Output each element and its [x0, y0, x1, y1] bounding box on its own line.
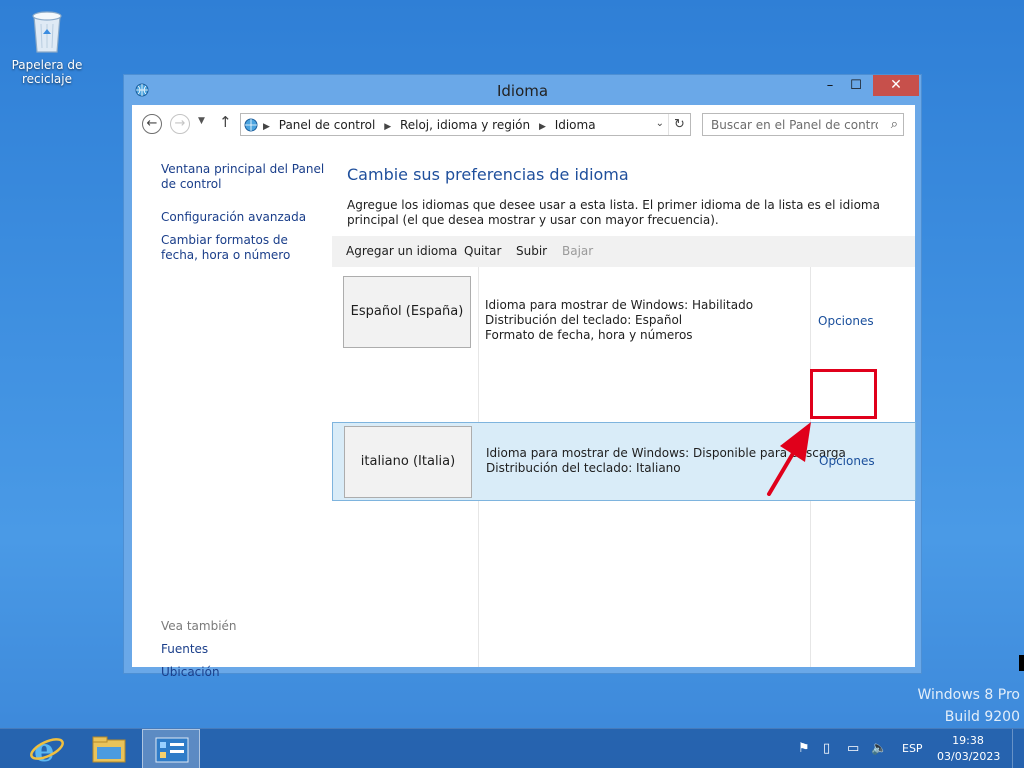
recycle-bin-icon	[29, 8, 65, 54]
idioma-window: Idioma – ☐ ✕ ← → ▼ ↑ ▶ Panel de control	[123, 74, 922, 679]
move-up-button[interactable]: Subir	[516, 244, 547, 258]
recycle-bin-label: Papelera de reciclaje	[11, 58, 83, 86]
back-arrow-icon: ←	[146, 116, 158, 131]
internet-explorer-icon[interactable]: e	[18, 729, 76, 768]
breadcrumb-panel-de-control[interactable]: Panel de control	[279, 118, 376, 132]
power-icon[interactable]: ▯	[823, 741, 830, 756]
volume-icon[interactable]: 🔈	[871, 741, 887, 756]
address-bar[interactable]: ▶ Panel de control ▶ Reloj, idioma y reg…	[240, 113, 691, 136]
forward-arrow-icon: →	[174, 116, 186, 131]
language-row-spanish[interactable]: Español (España) Idioma para mostrar de …	[332, 267, 915, 348]
language-tile-italian[interactable]: italiano (Italia)	[344, 426, 472, 498]
watermark-edition: Windows 8 Pro	[917, 687, 1020, 703]
file-explorer-icon[interactable]	[80, 729, 138, 768]
date-format: Formato de fecha, hora y números	[485, 328, 693, 342]
maximize-button[interactable]: ☐	[843, 75, 869, 96]
clock-date: 03/03/2023	[937, 750, 1001, 763]
svg-text:e: e	[34, 731, 54, 768]
page-description: Agregue los idiomas que desee usar a est…	[347, 198, 880, 227]
options-link-spanish[interactable]: Opciones	[818, 314, 874, 328]
search-icon[interactable]: ⌕	[891, 117, 898, 132]
annotation-arrow-icon	[767, 422, 811, 496]
left-task-pane: Ventana principal del Panel de control C…	[132, 143, 332, 679]
watermark-build: Build 9200	[944, 709, 1020, 725]
see-also-heading: Vea también	[161, 619, 237, 633]
refresh-icon: ↻	[674, 117, 685, 132]
breadcrumb-reloj-idioma-region[interactable]: Reloj, idioma y región	[400, 118, 530, 132]
title-bar[interactable]: Idioma – ☐ ✕	[124, 75, 921, 105]
taskbar: e ⚑ ▯ ▭ 🔈 ESP 19:38 03/03/2023	[0, 728, 1024, 768]
breadcrumb-separator-icon[interactable]: ▶	[384, 122, 391, 132]
mouse-cursor	[1019, 655, 1024, 671]
window-client-area: ← → ▼ ↑ ▶ Panel de control ▶ Reloj, idio…	[132, 105, 916, 679]
address-history-chevron-icon[interactable]: ⌄	[656, 118, 664, 129]
link-location[interactable]: Ubicación	[161, 665, 326, 680]
recycle-bin-desktop-icon[interactable]: Papelera de reciclaje	[10, 8, 84, 86]
language-row-italian[interactable]: italiano (Italia) Idioma para mostrar de…	[332, 422, 916, 501]
search-box: ⌕	[702, 113, 904, 136]
keyboard-layout: Distribución del teclado: Español	[485, 313, 683, 327]
page-title: Cambie sus preferencias de idioma	[347, 165, 629, 184]
breadcrumb-idioma[interactable]: Idioma	[555, 118, 596, 132]
move-down-button: Bajar	[562, 244, 594, 258]
link-control-panel-home[interactable]: Ventana principal del Panel de control	[161, 162, 326, 192]
forward-button[interactable]: →	[170, 114, 190, 134]
navigation-bar: ← → ▼ ↑ ▶ Panel de control ▶ Reloj, idio…	[132, 105, 915, 143]
control-panel-icon[interactable]	[142, 729, 200, 768]
breadcrumb: ▶ Panel de control ▶ Reloj, idioma y reg…	[263, 118, 601, 132]
breadcrumb-separator-icon: ▶	[263, 122, 270, 132]
recent-pages-dropdown-icon[interactable]: ▼	[198, 116, 205, 126]
breadcrumb-separator-icon[interactable]: ▶	[539, 122, 546, 132]
link-fonts[interactable]: Fuentes	[161, 642, 326, 657]
remove-language-button[interactable]: Quitar	[464, 244, 501, 258]
language-details: Idioma para mostrar de Windows: Habilita…	[485, 298, 753, 343]
link-advanced-settings[interactable]: Configuración avanzada	[161, 210, 326, 225]
clock-time: 19:38	[952, 734, 984, 747]
annotation-highlight-box	[810, 369, 877, 419]
action-center-flag-icon[interactable]: ⚑	[798, 741, 810, 756]
back-button[interactable]: ←	[142, 114, 162, 134]
close-button[interactable]: ✕	[873, 75, 919, 96]
up-arrow-button[interactable]: ↑	[219, 113, 232, 131]
display-language-status: Idioma para mostrar de Windows: Habilita…	[485, 298, 754, 312]
window-title: Idioma	[496, 82, 549, 100]
refresh-button[interactable]: ↻	[668, 114, 690, 135]
link-change-date-formats[interactable]: Cambiar formatos de fecha, hora o número	[161, 233, 326, 263]
network-icon[interactable]: ▭	[847, 741, 859, 756]
language-tile-spanish[interactable]: Español (España)	[343, 276, 471, 348]
control-panel-crumb-icon	[243, 117, 259, 133]
clock[interactable]: 19:38 03/03/2023	[937, 733, 1001, 765]
language-toolbar: Agregar un idioma Quitar Subir Bajar	[332, 236, 915, 267]
windows-watermark: Windows 8 Pro Build 9200	[917, 684, 1020, 728]
input-language-indicator[interactable]: ESP	[902, 742, 923, 755]
add-language-button[interactable]: Agregar un idioma	[346, 244, 457, 258]
show-desktop-button[interactable]	[1012, 729, 1024, 768]
search-input[interactable]	[703, 114, 878, 135]
options-link-italian[interactable]: Opciones	[819, 454, 875, 468]
minimize-button[interactable]: –	[817, 75, 843, 96]
